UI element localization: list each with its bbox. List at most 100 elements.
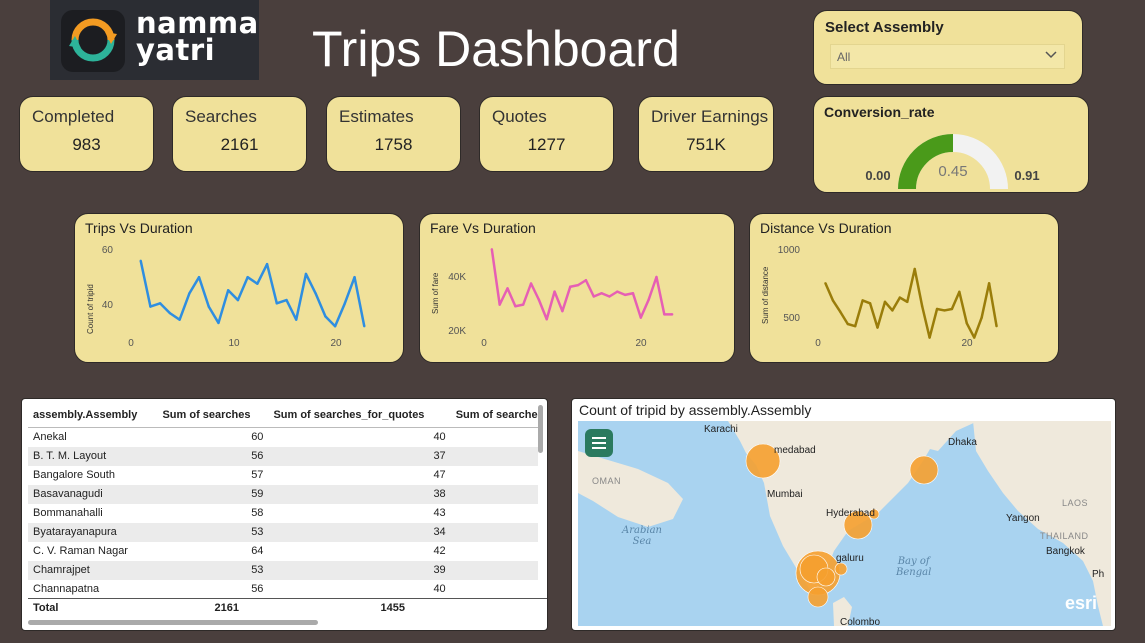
- table-row[interactable]: Bangalore South 57 47: [28, 466, 538, 485]
- assembly-dropdown[interactable]: All: [830, 44, 1065, 69]
- data-point[interactable]: [227, 289, 230, 292]
- data-point[interactable]: [490, 248, 494, 251]
- cell-searches: 58: [251, 507, 264, 519]
- data-point[interactable]: [839, 310, 842, 314]
- data-point[interactable]: [943, 309, 946, 312]
- data-point[interactable]: [529, 282, 533, 285]
- data-point[interactable]: [846, 322, 849, 326]
- data-point[interactable]: [824, 282, 827, 285]
- data-point[interactable]: [285, 298, 288, 302]
- data-point[interactable]: [965, 322, 968, 325]
- data-point[interactable]: [980, 316, 983, 319]
- data-point[interactable]: [522, 303, 525, 306]
- data-point[interactable]: [861, 299, 864, 302]
- data-point[interactable]: [246, 276, 249, 279]
- data-point[interactable]: [831, 299, 835, 302]
- data-point[interactable]: [506, 287, 509, 290]
- map-label-colombo: Colombo: [840, 617, 881, 626]
- data-point[interactable]: [883, 300, 887, 304]
- data-point[interactable]: [639, 316, 642, 319]
- data-point[interactable]: [197, 276, 201, 279]
- column-header[interactable]: Sum of searches_got: [450, 403, 538, 428]
- data-point[interactable]: [670, 313, 674, 316]
- data-point[interactable]: [655, 275, 658, 279]
- data-point[interactable]: [553, 290, 556, 293]
- table-row[interactable]: Anekal 60 40: [28, 428, 538, 447]
- data-point[interactable]: [139, 259, 142, 263]
- data-point[interactable]: [217, 321, 220, 325]
- chevron-down-icon: [1044, 48, 1058, 65]
- data-point[interactable]: [616, 290, 619, 293]
- data-point[interactable]: [584, 279, 588, 282]
- data-point[interactable]: [188, 292, 191, 295]
- gauge-max-label: 0.91: [1014, 168, 1039, 183]
- data-point[interactable]: [920, 304, 924, 308]
- series-line: [490, 249, 673, 321]
- data-point[interactable]: [178, 318, 181, 321]
- series-line: [139, 260, 366, 328]
- data-point[interactable]: [363, 325, 366, 328]
- data-point[interactable]: [906, 300, 909, 304]
- data-point[interactable]: [236, 298, 240, 302]
- data-point[interactable]: [265, 262, 269, 266]
- data-point[interactable]: [623, 293, 627, 297]
- data-point[interactable]: [935, 307, 939, 311]
- data-point[interactable]: [168, 311, 172, 315]
- data-point[interactable]: [647, 298, 650, 301]
- data-point[interactable]: [324, 315, 327, 318]
- data-point[interactable]: [891, 309, 894, 312]
- map-bubble: [909, 455, 939, 485]
- table-row[interactable]: Basavanagudi 59 38: [28, 484, 538, 504]
- data-point[interactable]: [592, 295, 595, 298]
- data-point[interactable]: [600, 292, 603, 295]
- data-point[interactable]: [333, 325, 337, 328]
- data-point[interactable]: [913, 267, 916, 271]
- data-point[interactable]: [514, 305, 517, 308]
- data-point[interactable]: [569, 285, 572, 288]
- data-point[interactable]: [158, 302, 162, 305]
- column-header[interactable]: assembly.Assembly: [28, 403, 158, 428]
- data-point[interactable]: [928, 336, 931, 339]
- column-header[interactable]: Sum of searches_for_quotes: [268, 403, 451, 428]
- data-point[interactable]: [898, 296, 902, 299]
- table-row[interactable]: C. V. Raman Nagar 64 42: [28, 542, 538, 561]
- data-point[interactable]: [958, 290, 961, 294]
- data-point[interactable]: [561, 309, 564, 313]
- map-label-bengaluru: galuru: [836, 553, 864, 564]
- table-row[interactable]: Chamrajpet 53 39: [28, 560, 538, 580]
- data-point[interactable]: [353, 276, 356, 279]
- data-point[interactable]: [995, 324, 998, 328]
- data-point[interactable]: [663, 313, 666, 316]
- data-point[interactable]: [498, 303, 501, 306]
- data-point[interactable]: [304, 272, 308, 276]
- map-canvas[interactable]: Karachi medabad Dhaka Mumbai Hyderabad g…: [578, 421, 1111, 626]
- data-point[interactable]: [631, 292, 635, 295]
- column-header[interactable]: Sum of searches: [157, 403, 269, 428]
- data-point[interactable]: [854, 324, 857, 328]
- data-point[interactable]: [545, 318, 548, 321]
- table-row[interactable]: Byatarayanapura 53 34: [28, 522, 538, 542]
- data-point[interactable]: [987, 282, 991, 285]
- data-point[interactable]: [876, 326, 879, 329]
- map-menu-button[interactable]: [585, 429, 613, 457]
- data-point[interactable]: [868, 302, 872, 305]
- trips-vs-duration-card: Trips Vs Duration Count of tripid 60 40 …: [74, 213, 404, 363]
- data-point[interactable]: [537, 298, 541, 301]
- data-point[interactable]: [576, 283, 580, 287]
- data-point[interactable]: [314, 292, 317, 295]
- horizontal-scrollbar[interactable]: [28, 620, 318, 625]
- data-point[interactable]: [973, 336, 976, 339]
- table-row[interactable]: B. T. M. Layout 56 37: [28, 446, 538, 466]
- data-point[interactable]: [256, 282, 259, 285]
- table-row[interactable]: Channapatna 56 40: [28, 580, 538, 599]
- data-point[interactable]: [950, 307, 954, 311]
- data-point[interactable]: [343, 302, 347, 305]
- data-point[interactable]: [608, 295, 611, 298]
- data-point[interactable]: [295, 318, 298, 321]
- data-point[interactable]: [275, 302, 278, 305]
- table-row[interactable]: Bommanahalli 58 43: [28, 504, 538, 523]
- data-point[interactable]: [207, 305, 210, 308]
- table-header-row: assembly.Assembly Sum of searches Sum of…: [28, 403, 538, 428]
- vertical-scrollbar[interactable]: [538, 405, 543, 453]
- data-point[interactable]: [149, 305, 152, 308]
